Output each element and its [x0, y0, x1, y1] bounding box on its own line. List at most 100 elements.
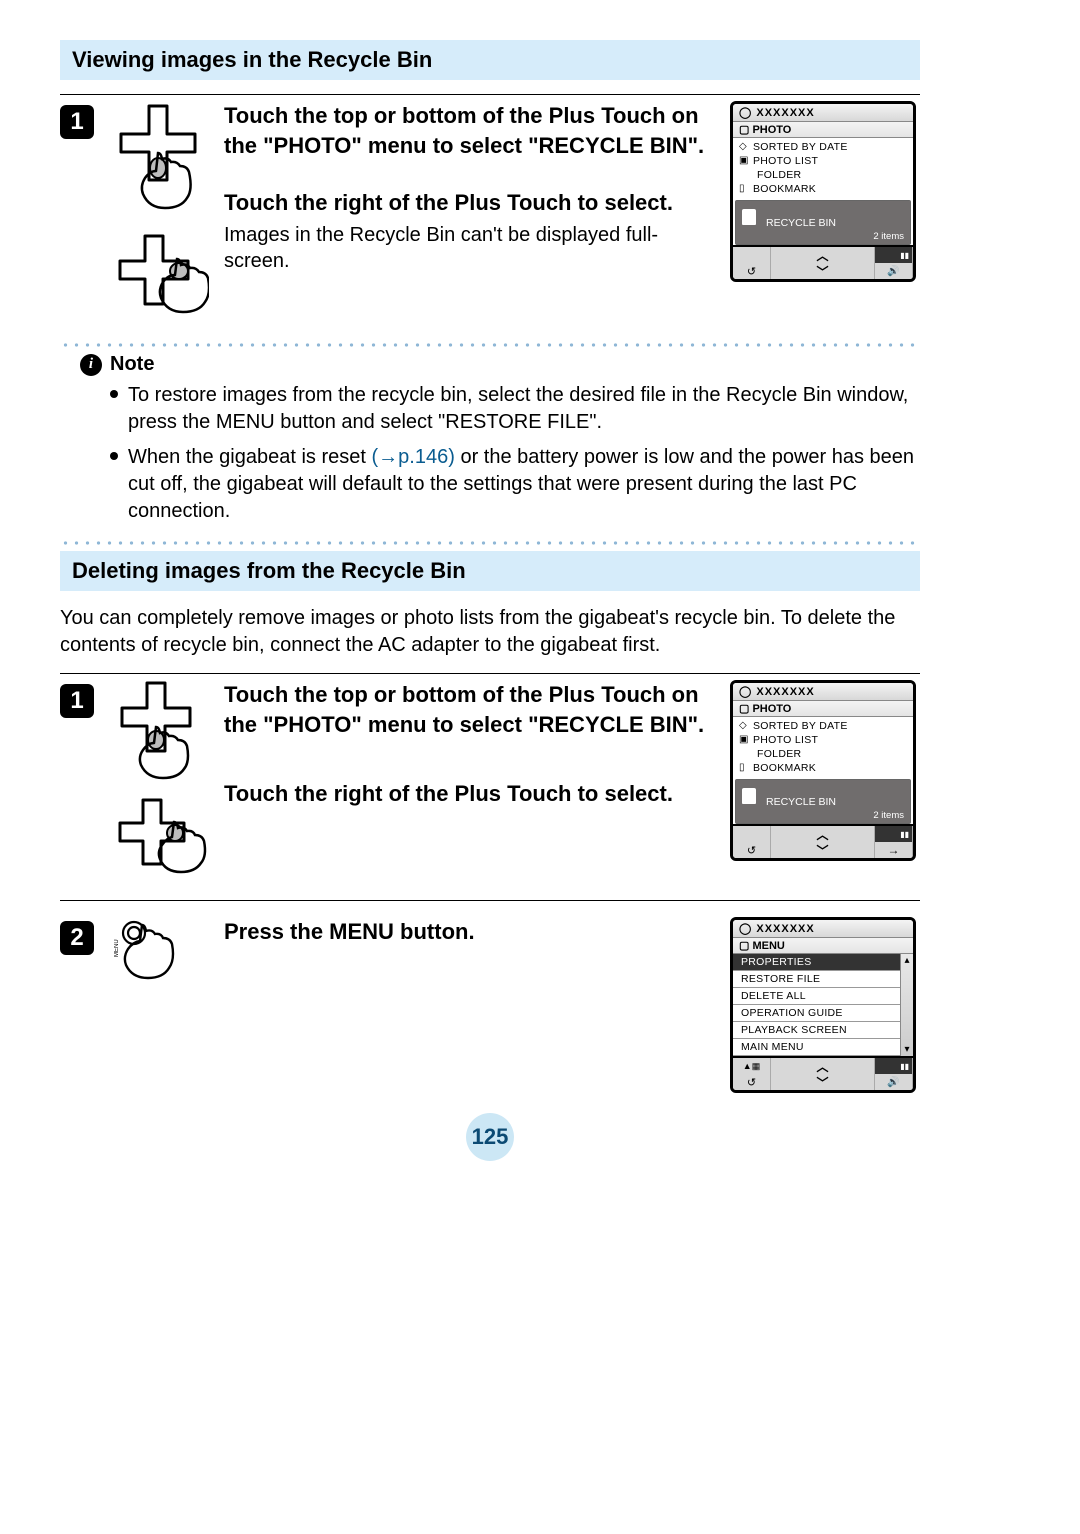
- nav-battery-icon: ▮▮: [875, 1058, 913, 1074]
- plus-touch-right-icon: [109, 233, 209, 333]
- screen-nav-bar: ▮▮: [733, 245, 913, 279]
- screen-list-item: ▣PHOTO LIST: [737, 154, 909, 168]
- note-text: When the gigabeat is reset: [128, 446, 371, 468]
- note-bullet: When the gigabeat is reset (→p.146) or t…: [110, 442, 920, 531]
- screen-breadcrumb: ▢ PHOTO: [733, 122, 913, 138]
- section-intro: You can completely remove images or phot…: [60, 605, 920, 659]
- screen-item-count: 2 items: [736, 810, 910, 823]
- instruction-column: Touch the top or bottom of the Plus Touc…: [224, 680, 720, 813]
- note-bullet: To restore images from the recycle bin, …: [110, 380, 920, 442]
- recycle-bin-icon: [742, 209, 756, 225]
- screen-nav-bar: ▲▦ ▮▮: [733, 1056, 913, 1090]
- nav-up-icon: [771, 826, 875, 842]
- dotted-divider: [60, 343, 920, 347]
- device-screen-menu: ◯ XXXXXXX ▢ MENU PROPERTIES RESTORE FILE…: [730, 917, 916, 1093]
- screen-list-item-label: BOOKMARK: [753, 183, 816, 195]
- screen-menu-wrap: PROPERTIES RESTORE FILE DELETE ALL OPERA…: [733, 954, 913, 1056]
- nav-speaker-icon: [875, 1074, 913, 1090]
- nav-repeat-icon: [733, 263, 771, 279]
- screen-list-item-label: PHOTO LIST: [753, 734, 818, 746]
- deleting-step-1: 1 T: [60, 680, 920, 892]
- screen-item-count: 2 items: [736, 231, 910, 244]
- nav-grid-icon: ▲▦: [733, 1058, 771, 1074]
- screen-breadcrumb-text: PHOTO: [752, 124, 791, 136]
- page-number: 125: [60, 1113, 920, 1161]
- instruction-press-menu: Press the MENU button.: [224, 917, 712, 947]
- gesture-column: [104, 680, 214, 892]
- nav-speaker-icon: [875, 263, 913, 279]
- screen-selected-label: RECYCLE BIN: [766, 217, 836, 229]
- page-ref-text: p.146: [398, 446, 448, 468]
- screen-list-item-label: FOLDER: [757, 748, 801, 760]
- plus-touch-right-icon: [109, 797, 209, 892]
- screen-title: ◯ XXXXXXX: [733, 683, 913, 701]
- instruction-body: Images in the Recycle Bin can't be displ…: [224, 222, 712, 274]
- nav-up-icon: [771, 1058, 875, 1074]
- instruction-select-recycle-bin: Touch the top or bottom of the Plus Touc…: [224, 680, 712, 739]
- nav-up-icon: [771, 247, 875, 263]
- screen-list-item: FOLDER: [737, 168, 909, 182]
- screen-menu-item: DELETE ALL: [733, 988, 900, 1005]
- screen-column: ◯ XXXXXXX ▢ MENU PROPERTIES RESTORE FILE…: [730, 917, 920, 1093]
- screen-breadcrumb-text: PHOTO: [752, 703, 791, 715]
- page-number-value: 125: [466, 1113, 514, 1161]
- screen-title-text: XXXXXXX: [756, 923, 814, 935]
- note-label: Note: [110, 353, 154, 376]
- screen-menu-list: PROPERTIES RESTORE FILE DELETE ALL OPERA…: [733, 954, 900, 1056]
- screen-list: ◇SORTED BY DATE ▣PHOTO LIST FOLDER ▯BOOK…: [733, 717, 913, 775]
- viewing-step-1: 1 T: [60, 101, 920, 333]
- step-number-badge: 1: [60, 105, 94, 139]
- screen-menu-item: PLAYBACK SCREEN: [733, 1022, 900, 1039]
- screen-selection-box: RECYCLE BIN 2 items: [735, 200, 911, 245]
- section-heading-viewing: Viewing images in the Recycle Bin: [60, 40, 920, 80]
- nav-battery-icon: ▮▮: [875, 247, 913, 263]
- divider: [60, 673, 920, 674]
- divider: [60, 900, 920, 901]
- screen-menu-item-selected: PROPERTIES: [733, 954, 900, 971]
- press-menu-button-icon: MENU: [114, 917, 204, 1002]
- screen-menu-item: RESTORE FILE: [733, 971, 900, 988]
- screen-title: ◯ XXXXXXX: [733, 104, 913, 122]
- screen-list-item-label: SORTED BY DATE: [753, 720, 848, 732]
- screen-list-item: ▯BOOKMARK: [737, 761, 909, 775]
- divider: [60, 94, 920, 95]
- screen-title: ◯ XXXXXXX: [733, 920, 913, 938]
- screen-list-item: ◇SORTED BY DATE: [737, 719, 909, 733]
- instruction-select-recycle-bin: Touch the top or bottom of the Plus Touc…: [224, 101, 712, 160]
- nav-blank: [733, 826, 771, 842]
- nav-down-icon: [771, 842, 875, 858]
- screen-menu-item: MAIN MENU: [733, 1039, 900, 1056]
- screen-column: ◯ XXXXXXX ▢ PHOTO ◇SORTED BY DATE ▣PHOTO…: [730, 101, 920, 282]
- screen-breadcrumb: ▢ PHOTO: [733, 701, 913, 717]
- screen-selected-item: RECYCLE BIN: [736, 201, 910, 231]
- screen-title-text: XXXXXXX: [756, 686, 814, 698]
- instruction-touch-right: Touch the right of the Plus Touch to sel…: [224, 779, 712, 809]
- screen-list-item-label: BOOKMARK: [753, 762, 816, 774]
- nav-down-icon: [771, 263, 875, 279]
- section-heading-deleting: Deleting images from the Recycle Bin: [60, 551, 920, 591]
- note-bullets: To restore images from the recycle bin, …: [110, 380, 920, 531]
- menu-label: MENU: [114, 939, 120, 957]
- plus-touch-topbottom-icon: [109, 101, 209, 221]
- instruction-column: Touch the top or bottom of the Plus Touc…: [224, 101, 720, 274]
- screen-column: ◯ XXXXXXX ▢ PHOTO ◇SORTED BY DATE ▣PHOTO…: [730, 680, 920, 861]
- plus-touch-topbottom-icon: [109, 680, 209, 785]
- screen-breadcrumb-text: MENU: [752, 940, 784, 952]
- note-header: i Note: [80, 353, 920, 376]
- screen-list-item: ▯BOOKMARK: [737, 182, 909, 196]
- step-number-badge: 1: [60, 684, 94, 718]
- screen-list-item-label: SORTED BY DATE: [753, 141, 848, 153]
- instruction-touch-right: Touch the right of the Plus Touch to sel…: [224, 188, 712, 218]
- nav-down-icon: [771, 1074, 875, 1090]
- screen-breadcrumb: ▢ MENU: [733, 938, 913, 954]
- nav-repeat-icon: [733, 1074, 771, 1090]
- dotted-divider: [60, 541, 920, 545]
- screen-list-item: ▣PHOTO LIST: [737, 733, 909, 747]
- screen-menu-item: OPERATION GUIDE: [733, 1005, 900, 1022]
- screen-selected-item: RECYCLE BIN: [736, 780, 910, 810]
- screen-nav-bar: ▮▮: [733, 824, 913, 858]
- page-reference-link[interactable]: (→p.146): [371, 446, 454, 468]
- screen-list: ◇SORTED BY DATE ▣PHOTO LIST FOLDER ▯BOOK…: [733, 138, 913, 196]
- step-number-badge: 2: [60, 921, 94, 955]
- gesture-column: [104, 101, 214, 333]
